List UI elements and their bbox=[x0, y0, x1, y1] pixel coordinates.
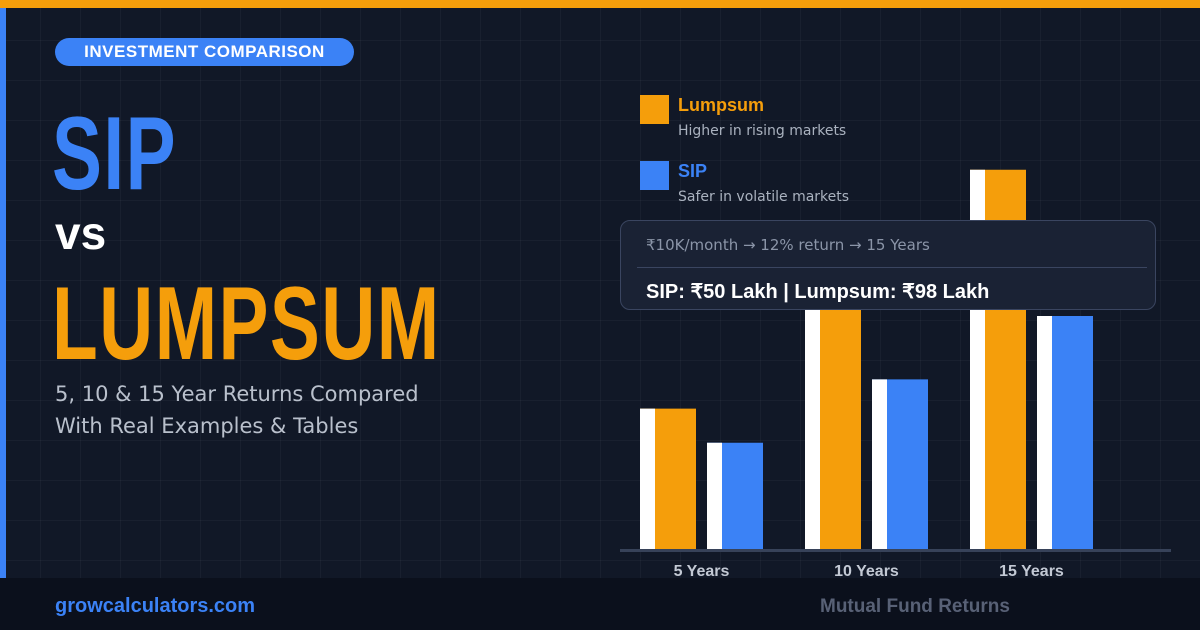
legend-swatch-sip bbox=[640, 161, 669, 190]
bar-highlight-lumpsum-2 bbox=[805, 277, 820, 550]
legend-desc-lumpsum: Higher in rising markets bbox=[678, 123, 847, 139]
summary-divider bbox=[637, 267, 1147, 268]
bar-highlight-lumpsum-1 bbox=[640, 408, 655, 550]
example-summary-box: ₹10K/month → 12% return → 15 Years SIP: … bbox=[620, 220, 1156, 310]
footer-bar: growcalculators.com Mutual Fund Returns bbox=[0, 578, 1200, 630]
example-inputs: ₹10K/month → 12% return → 15 Years bbox=[646, 236, 930, 254]
thumbnail-canvas: INVESTMENT COMPARISON SIP vs LUMPSUM 5, … bbox=[0, 0, 1200, 630]
footer-tagline: Mutual Fund Returns bbox=[820, 596, 1010, 617]
bar-highlight-sip-3 bbox=[1037, 316, 1052, 550]
x-axis-line bbox=[620, 549, 1171, 552]
example-result: SIP: ₹50 Lakh | Lumpsum: ₹98 Lakh bbox=[646, 281, 990, 303]
returns-bar-chart: 5 Years 10 Years 15 Years bbox=[620, 169, 1171, 580]
site-link[interactable]: growcalculators.com bbox=[55, 595, 255, 618]
legend-label-lumpsum: Lumpsum bbox=[678, 95, 765, 115]
legend-desc-sip: Safer in volatile markets bbox=[678, 189, 850, 205]
legend-label-sip: SIP bbox=[678, 161, 708, 181]
bar-highlight-sip-1 bbox=[707, 442, 722, 550]
legend-swatch-lumpsum bbox=[640, 95, 669, 124]
bar-highlight-sip-2 bbox=[872, 379, 887, 550]
